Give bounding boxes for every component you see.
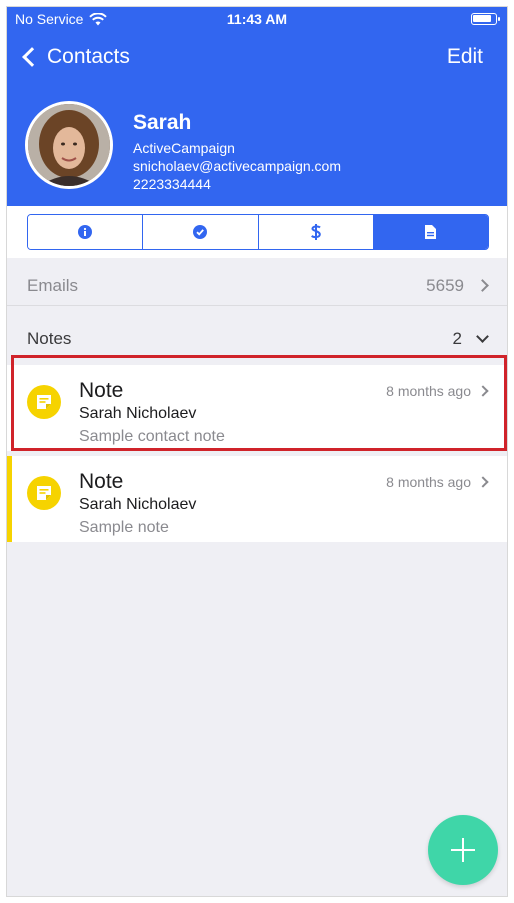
tab-info[interactable] — [28, 215, 144, 249]
chevron-right-icon — [477, 476, 489, 488]
edit-button[interactable]: Edit — [447, 45, 483, 69]
dollar-icon — [310, 224, 321, 240]
note-timestamp: 8 months ago — [386, 383, 471, 399]
battery-icon — [471, 13, 500, 25]
note-title: Note — [79, 379, 124, 402]
note-body: Sample contact note — [79, 428, 225, 445]
note-item[interactable]: Note Sarah Nicholaev Sample note 8 month… — [7, 456, 507, 542]
note-icon — [27, 476, 61, 510]
note-title: Note — [79, 470, 124, 493]
tab-bar-container — [7, 206, 507, 258]
status-time: 11:43 AM — [226, 11, 288, 27]
back-button[interactable]: Contacts — [19, 45, 130, 69]
contact-email[interactable]: snicholaev@activecampaign.com — [133, 157, 341, 175]
contact-header: Contacts Edit Sarah ActiveCampaign snich… — [7, 31, 507, 206]
chevron-down-icon — [476, 330, 489, 343]
note-body: Sample note — [79, 519, 169, 536]
status-bar: No Service 11:43 AM — [7, 7, 507, 31]
contact-name: Sarah — [133, 111, 192, 134]
emails-label: Emails — [27, 275, 79, 295]
document-icon — [425, 225, 437, 239]
avatar-photo — [28, 104, 110, 186]
note-item[interactable]: Note Sarah Nicholaev Sample contact note… — [7, 365, 507, 451]
tab-notes[interactable] — [373, 215, 488, 249]
notes-count: 2 — [452, 329, 462, 348]
add-note-button[interactable] — [428, 815, 498, 885]
contact-phone[interactable]: 2223334444 — [133, 175, 341, 193]
segmented-tabs — [27, 214, 489, 250]
check-circle-icon — [193, 225, 208, 239]
info-icon — [78, 225, 93, 239]
plus-icon — [451, 838, 475, 862]
note-author: Sarah Nicholaev — [79, 405, 197, 422]
contact-info: Sarah ActiveCampaign snicholaev@activeca… — [133, 111, 341, 193]
app-screen: No Service 11:43 AM Contacts Edit Sarah … — [6, 6, 508, 897]
contact-organization: ActiveCampaign — [133, 140, 235, 156]
emails-count: 5659 — [426, 275, 464, 295]
chevron-left-icon — [22, 47, 42, 67]
tab-deals[interactable] — [258, 215, 374, 249]
chevron-right-icon — [477, 385, 489, 397]
notes-section-header[interactable]: Notes 2 — [7, 321, 507, 357]
note-timestamp: 8 months ago — [386, 474, 471, 490]
back-label: Contacts — [47, 45, 130, 68]
note-author: Sarah Nicholaev — [79, 496, 197, 513]
emails-section-row[interactable]: Emails 5659 — [7, 266, 507, 306]
note-icon — [27, 385, 61, 419]
tab-tasks[interactable] — [143, 215, 259, 249]
chevron-right-icon — [476, 279, 489, 292]
avatar — [25, 101, 113, 189]
note-accent-bar — [7, 456, 12, 542]
notes-label: Notes — [27, 329, 72, 348]
